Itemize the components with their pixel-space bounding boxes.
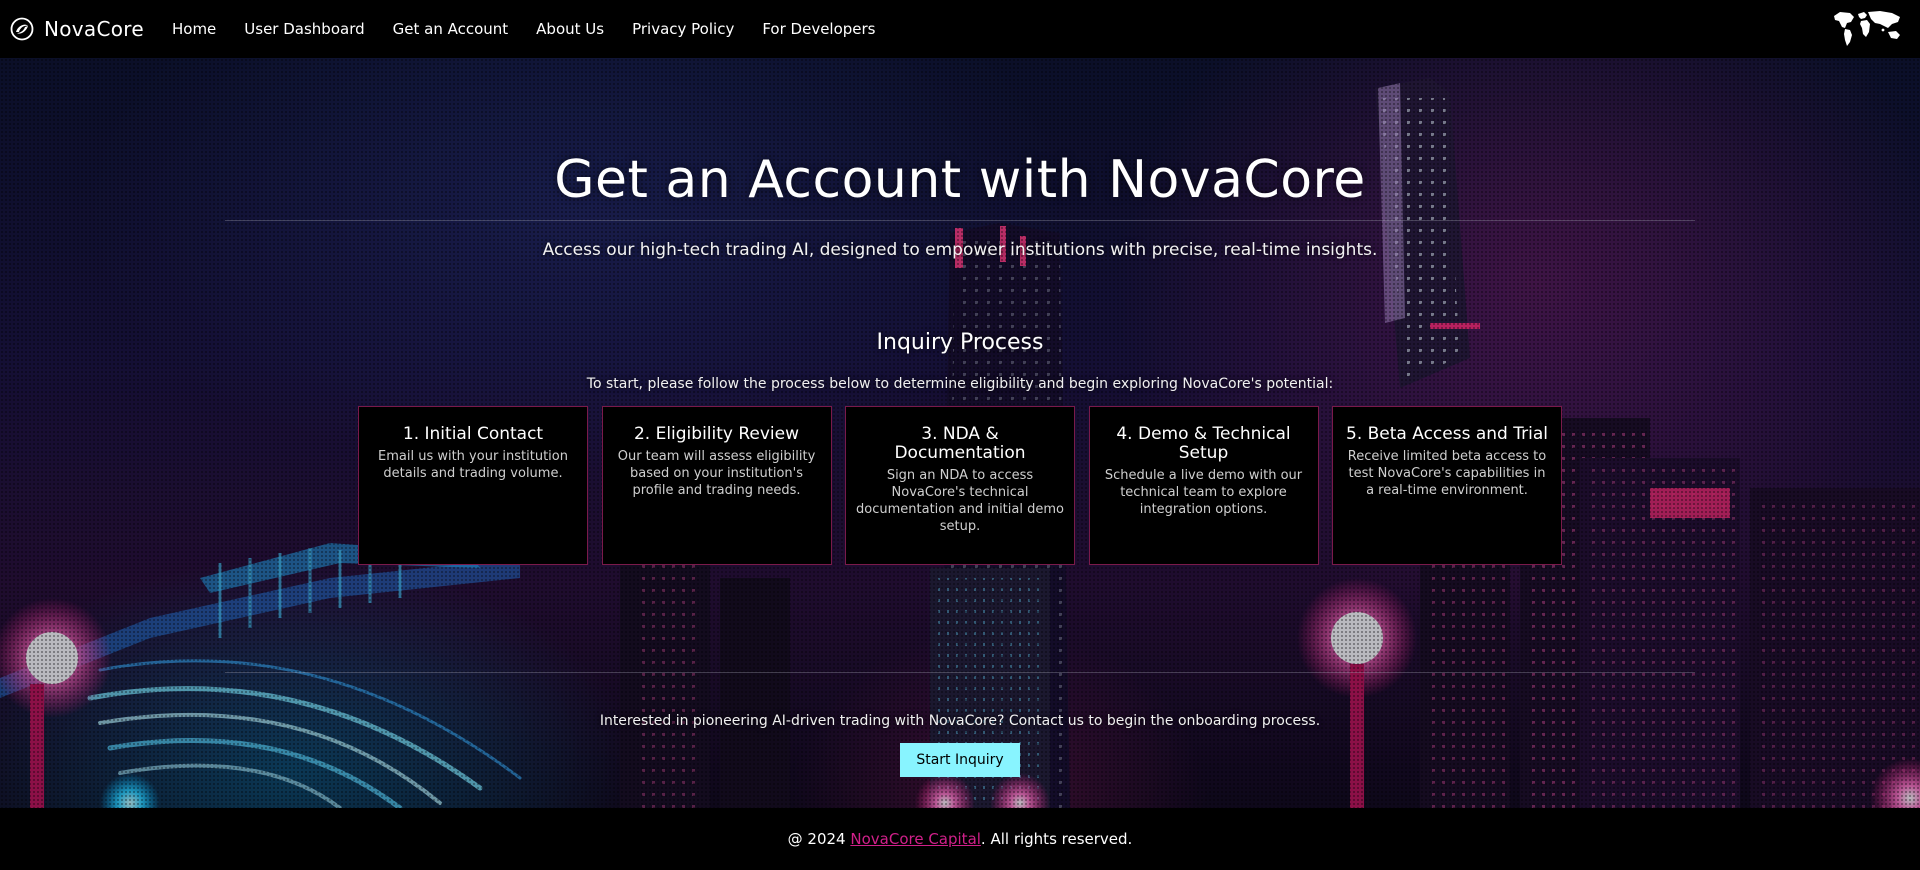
nav-link-for-developers[interactable]: For Developers [762, 20, 875, 38]
footer-company-link[interactable]: NovaCore Capital [850, 830, 981, 848]
footer-copyright-prefix: @ 2024 [787, 830, 851, 848]
step-text: Sign an NDA to access NovaCore's technic… [856, 468, 1064, 534]
step-text: Our team will assess eligibility based o… [617, 449, 816, 498]
step-card-demo-setup: 4. Demo & Technical Setup Schedule a liv… [1088, 406, 1319, 565]
inquiry-description: To start, please follow the process belo… [586, 376, 1334, 392]
title-divider [225, 220, 1695, 221]
inquiry-steps: 1. Initial Contact Email us with your in… [358, 406, 1562, 565]
inquiry-heading: Inquiry Process [876, 330, 1044, 355]
nav-link-user-dashboard[interactable]: User Dashboard [244, 20, 364, 38]
step-card-nda-documentation: 3. NDA & Documentation Sign an NDA to ac… [845, 406, 1075, 565]
nav-link-get-account[interactable]: Get an Account [393, 20, 509, 38]
nav-links: Home User Dashboard Get an Account About… [158, 0, 890, 58]
nav-link-about-us[interactable]: About Us [536, 20, 604, 38]
start-inquiry-button[interactable]: Start Inquiry [900, 743, 1020, 777]
step-text: Receive limited beta access to test Nova… [1347, 449, 1547, 498]
footer: @ 2024 NovaCore Capital. All rights rese… [0, 808, 1920, 870]
cta-text: Interested in pioneering AI-driven tradi… [599, 713, 1321, 729]
step-title: 4. Demo & Technical Setup [1116, 424, 1291, 463]
nav-link-home[interactable]: Home [172, 20, 216, 38]
cta-divider [225, 672, 1695, 673]
step-title: 5. Beta Access and Trial [1346, 424, 1548, 444]
step-card-eligibility-review: 2. Eligibility Review Our team will asse… [601, 406, 832, 565]
step-text: Schedule a live demo with our technical … [1104, 468, 1303, 517]
nav-link-privacy-policy[interactable]: Privacy Policy [632, 20, 734, 38]
top-navbar: NovaCore Home User Dashboard Get an Acco… [0, 0, 1920, 58]
step-title: 2. Eligibility Review [633, 424, 800, 444]
main-content: Get an Account with NovaCore Access our … [0, 58, 1920, 808]
brand-name: NovaCore [44, 17, 144, 41]
step-title: 1. Initial Contact [402, 424, 544, 444]
step-card-beta-access: 5. Beta Access and Trial Receive limited… [1332, 406, 1562, 565]
step-card-initial-contact: 1. Initial Contact Email us with your in… [358, 406, 588, 565]
page-title: Get an Account with NovaCore [554, 150, 1366, 210]
footer-copyright-suffix: . All rights reserved. [980, 830, 1133, 848]
step-text: Email us with your institution details a… [378, 449, 568, 481]
swirl-logo-icon [10, 17, 34, 41]
step-title: 3. NDA & Documentation [894, 424, 1026, 463]
brand[interactable]: NovaCore [10, 0, 144, 58]
world-map-icon[interactable] [1830, 8, 1906, 48]
page-subtitle: Access our high-tech trading AI, designe… [542, 240, 1378, 260]
